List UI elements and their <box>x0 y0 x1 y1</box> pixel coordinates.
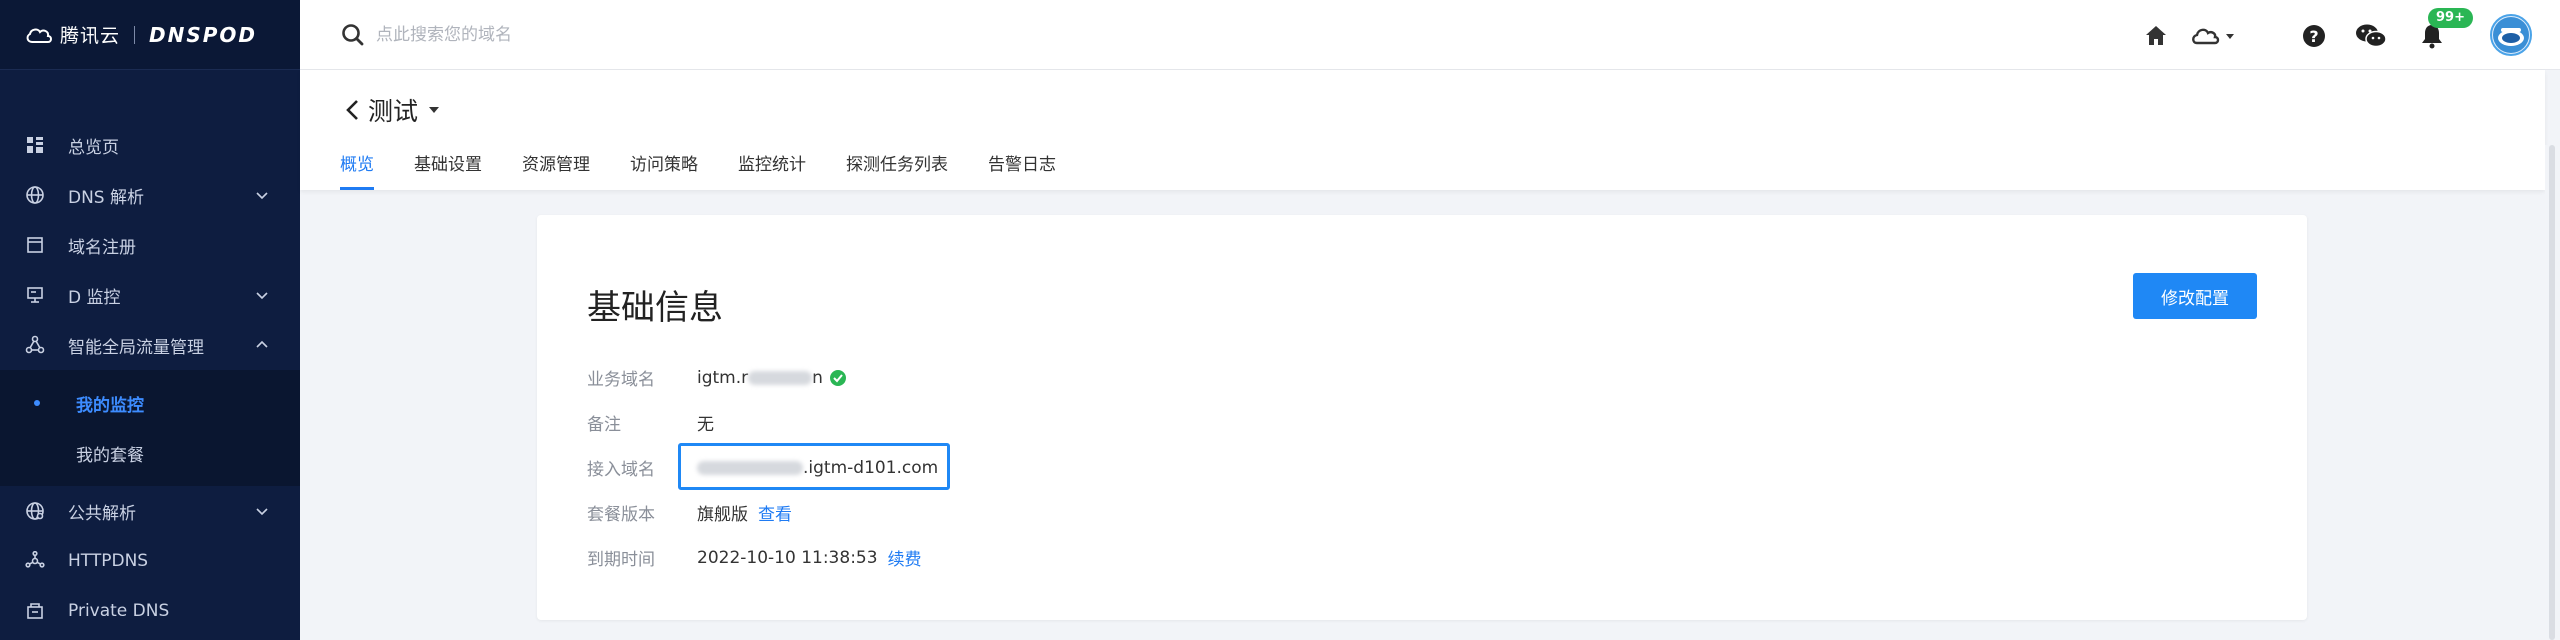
help-icon[interactable]: ? <box>2300 22 2328 50</box>
tab-access-policy[interactable]: 访问策略 <box>630 150 698 190</box>
tab-alert-log[interactable]: 告警日志 <box>988 150 1056 190</box>
notification-badge: 99+ <box>2428 8 2473 28</box>
sidebar-item-dns[interactable]: DNS 解析 <box>0 170 300 220</box>
tab-basic-settings[interactable]: 基础设置 <box>414 150 482 190</box>
edit-config-button[interactable]: 修改配置 <box>2133 273 2257 319</box>
info-row-plan-version: 套餐版本 旗舰版 查看 <box>587 490 938 535</box>
sidebar-subitem-my-monitor[interactable]: 我的监控 <box>0 378 300 428</box>
caret-down-icon[interactable] <box>428 105 440 115</box>
chevron-down-icon <box>256 292 268 300</box>
monitor-icon <box>24 284 46 306</box>
top-bar: ? 99+ <box>300 0 2560 70</box>
info-row-remark: 备注 无 <box>587 400 938 445</box>
scrollbar-thumb[interactable] <box>2549 145 2555 640</box>
renew-link[interactable]: 续费 <box>888 545 922 570</box>
view-plan-link[interactable]: 查看 <box>758 500 792 525</box>
back-arrow-icon[interactable] <box>342 96 364 124</box>
sidebar-item-d-monitor[interactable]: D 监控 <box>0 270 300 320</box>
sidebar-subitem-my-plan[interactable]: 我的套餐 <box>0 428 300 478</box>
sidebar-item-httpdns[interactable]: HTTPDNS <box>0 536 300 586</box>
page-header: 测试 概览 基础设置 资源管理 访问策略 监控统计 探测任务列表 告警日志 <box>300 70 2545 190</box>
tab-probe-task-list[interactable]: 探测任务列表 <box>846 150 948 190</box>
sidebar-item-domain-register[interactable]: 域名注册 <box>0 220 300 270</box>
brand-name: 腾讯云 <box>60 25 121 47</box>
info-label: 到期时间 <box>587 550 655 570</box>
window-icon <box>24 234 46 256</box>
remark-value: 无 <box>697 415 714 435</box>
avatar[interactable] <box>2490 14 2532 56</box>
info-label: 备注 <box>587 415 621 435</box>
cloud-dropdown-icon[interactable] <box>2190 22 2238 50</box>
info-row-business-domain: 业务域名 igtm.r n <box>587 355 938 400</box>
redacted-text <box>748 370 813 385</box>
sidebar-item-label: Private DNS <box>68 601 170 621</box>
logo-bar[interactable]: 腾讯云 DNSPOD <box>0 0 300 70</box>
sidebar-item-public-dns[interactable]: 公共解析 <box>0 486 300 536</box>
grid-icon <box>24 134 46 156</box>
tab-overview[interactable]: 概览 <box>340 150 374 190</box>
sidebar-item-overview[interactable]: 总览页 <box>0 120 300 170</box>
sidebar-item-gtm[interactable]: 智能全局流量管理 <box>0 320 300 370</box>
search-icon[interactable] <box>340 22 366 48</box>
chevron-down-icon <box>256 508 268 516</box>
info-row-expiry: 到期时间 2022-10-10 11:38:53 续费 <box>587 535 938 580</box>
plan-version-value: 旗舰版 查看 <box>697 500 792 525</box>
sidebar-item-label: 智能全局流量管理 <box>68 337 204 358</box>
sidebar: 腾讯云 DNSPOD 总览页 DNS 解析 域名注册 D 监控 智能全局流量管理… <box>0 0 300 640</box>
domain-suffix: n <box>812 367 823 388</box>
domain-prefix: igtm.r <box>697 367 749 388</box>
info-label: 业务域名 <box>587 370 655 390</box>
sidebar-nav: 总览页 DNS 解析 域名注册 D 监控 智能全局流量管理 我的监控 我的套餐 … <box>0 70 300 636</box>
highlight-box <box>678 443 950 490</box>
sidebar-item-label: HTTPDNS <box>68 551 149 571</box>
building-icon <box>24 600 46 622</box>
expiry-time: 2022-10-10 11:38:53 <box>697 547 878 568</box>
sidebar-item-label: 公共解析 <box>68 503 136 524</box>
sidebar-subitem-label: 我的监控 <box>76 395 144 416</box>
sidebar-item-label: 总览页 <box>68 137 119 158</box>
share-icon <box>24 550 46 572</box>
sidebar-item-label: D 监控 <box>68 287 121 308</box>
product-name: DNSPOD <box>149 22 258 47</box>
info-label: 套餐版本 <box>587 505 655 525</box>
app-root: 腾讯云 DNSPOD 总览页 DNS 解析 域名注册 D 监控 智能全局流量管理… <box>0 0 2560 640</box>
logo-divider <box>134 25 136 44</box>
svg-text:?: ? <box>2309 27 2318 46</box>
tencent-cloud-logo-icon <box>24 26 54 44</box>
title-row: 测试 <box>342 92 440 128</box>
chevron-up-icon <box>256 340 268 348</box>
expiry-value: 2022-10-10 11:38:53 续费 <box>697 545 922 571</box>
search-box <box>340 22 776 48</box>
basic-info-card: 基础信息 修改配置 业务域名 igtm.r n 备注 无 接入域名 .igtm-… <box>537 215 2307 620</box>
home-icon[interactable] <box>2142 22 2170 50</box>
wechat-icon[interactable] <box>2354 22 2388 50</box>
page-title: 测试 <box>368 97 419 126</box>
tab-bar: 概览 基础设置 资源管理 访问策略 监控统计 探测任务列表 告警日志 <box>340 150 1096 190</box>
plan-name: 旗舰版 <box>697 505 748 525</box>
search-input[interactable] <box>376 25 776 45</box>
verified-check-icon <box>829 369 846 386</box>
globe-net-icon <box>24 500 46 522</box>
tab-resource-management[interactable]: 资源管理 <box>522 150 590 190</box>
globe-icon <box>24 184 46 206</box>
nodes-icon <box>24 334 46 356</box>
chevron-down-icon <box>256 192 268 200</box>
card-title: 基础信息 <box>587 288 723 328</box>
gtm-submenu: 我的监控 我的套餐 <box>0 370 300 486</box>
sidebar-item-label: DNS 解析 <box>68 187 145 208</box>
sidebar-item-private-dns[interactable]: Private DNS <box>0 586 300 636</box>
sidebar-subitem-label: 我的套餐 <box>76 445 144 466</box>
sidebar-item-label: 域名注册 <box>68 237 136 258</box>
tab-monitor-stats[interactable]: 监控统计 <box>738 150 806 190</box>
business-domain-value: igtm.r n <box>697 368 847 388</box>
